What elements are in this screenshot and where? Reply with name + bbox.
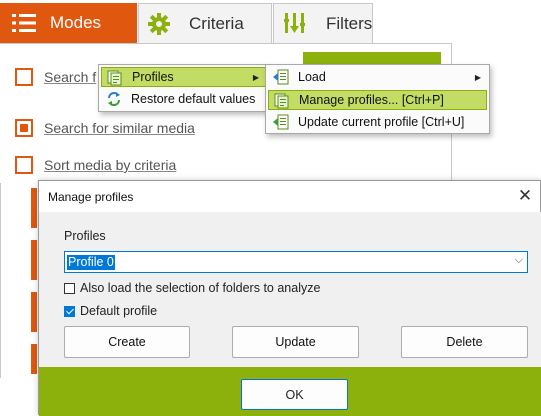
context-menu: Profiles ▶ Restore default values [98, 64, 269, 112]
profiles-icon [107, 70, 122, 86]
tab-filters[interactable]: Filters [273, 3, 373, 43]
option-strip [31, 344, 37, 374]
tab-criteria-label: Criteria [189, 13, 244, 33]
menu-item-load[interactable]: Load ▶ [268, 67, 487, 87]
list-icon [12, 14, 36, 32]
filter-icon [284, 13, 305, 33]
close-button[interactable]: ✕ [510, 181, 540, 211]
checkbox[interactable] [64, 305, 75, 317]
mode-checkbox[interactable] [15, 156, 33, 174]
menu-item-label: Load [298, 70, 326, 84]
submenu-arrow-icon: ▶ [252, 72, 259, 82]
tab-modes[interactable]: Modes [0, 3, 137, 43]
update-profile-icon [273, 114, 289, 130]
tab-modes-label: Modes [50, 13, 102, 32]
mode-option-search-folders[interactable]: Search f [15, 68, 96, 86]
mode-option-label[interactable]: Search for similar media [44, 120, 195, 136]
option-strip [31, 188, 37, 228]
load-folders-checkbox[interactable]: Also load the selection of folders to an… [64, 281, 320, 295]
gear-icon [148, 13, 170, 35]
refresh-icon [108, 92, 120, 106]
mode-option-label[interactable]: Sort media by criteria [44, 157, 176, 173]
menu-item-update-profile[interactable]: Update current profile [Ctrl+U] [268, 112, 487, 132]
dialog-footer: OK [39, 367, 541, 416]
menu-item-manage-profiles[interactable]: Manage profiles... [Ctrl+P] [268, 90, 487, 110]
mode-checkbox[interactable] [15, 119, 33, 137]
menu-item-label: Profiles [132, 70, 174, 84]
checkbox-label: Default profile [80, 304, 158, 318]
tab-criteria[interactable]: Criteria [138, 3, 272, 43]
manage-profiles-dialog: Manage profiles ✕ Profiles Profile 0 ⌵ A… [38, 180, 541, 416]
mode-option-sort-media[interactable]: Sort media by criteria [15, 156, 176, 174]
menu-item-profiles[interactable]: Profiles ▶ [101, 67, 266, 87]
checkbox-label: Also load the selection of folders to an… [80, 281, 321, 295]
menu-item-label: Update current profile [Ctrl+U] [298, 115, 465, 129]
option-strip [31, 240, 37, 280]
delete-button[interactable]: Delete [401, 326, 528, 358]
tab-panel-border [0, 43, 452, 44]
profiles-label: Profiles [64, 229, 106, 243]
chevron-down-icon[interactable]: ⌵ [515, 254, 523, 267]
profiles-submenu: Load ▶ Manage profiles... [Ctrl+P] Updat… [265, 64, 490, 134]
profile-selected-value: Profile 0 [67, 255, 115, 270]
mode-checkbox[interactable] [15, 68, 33, 86]
submenu-arrow-icon: ▶ [474, 72, 481, 82]
update-button[interactable]: Update [232, 326, 359, 358]
create-button[interactable]: Create [64, 326, 190, 358]
tab-filters-label: Filters [326, 13, 373, 33]
option-strip [31, 292, 37, 332]
menu-item-label: Manage profiles... [Ctrl+P] [299, 93, 444, 107]
checkbox[interactable] [64, 282, 75, 294]
menu-item-label: Restore default values [131, 92, 256, 106]
mode-option-similar-media[interactable]: Search for similar media [15, 119, 195, 137]
default-profile-checkbox[interactable]: Default profile [64, 304, 157, 318]
load-icon [273, 69, 289, 85]
profile-combobox[interactable]: Profile 0 ⌵ [64, 251, 528, 273]
ok-button[interactable]: OK [241, 379, 348, 410]
manage-profiles-icon [274, 93, 289, 109]
mode-option-label[interactable]: Search f [44, 69, 96, 85]
close-icon: ✕ [517, 186, 533, 205]
panel-left-border [0, 183, 1, 378]
menu-item-restore-defaults[interactable]: Restore default values [101, 89, 266, 109]
dialog-title: Manage profiles [48, 190, 134, 204]
